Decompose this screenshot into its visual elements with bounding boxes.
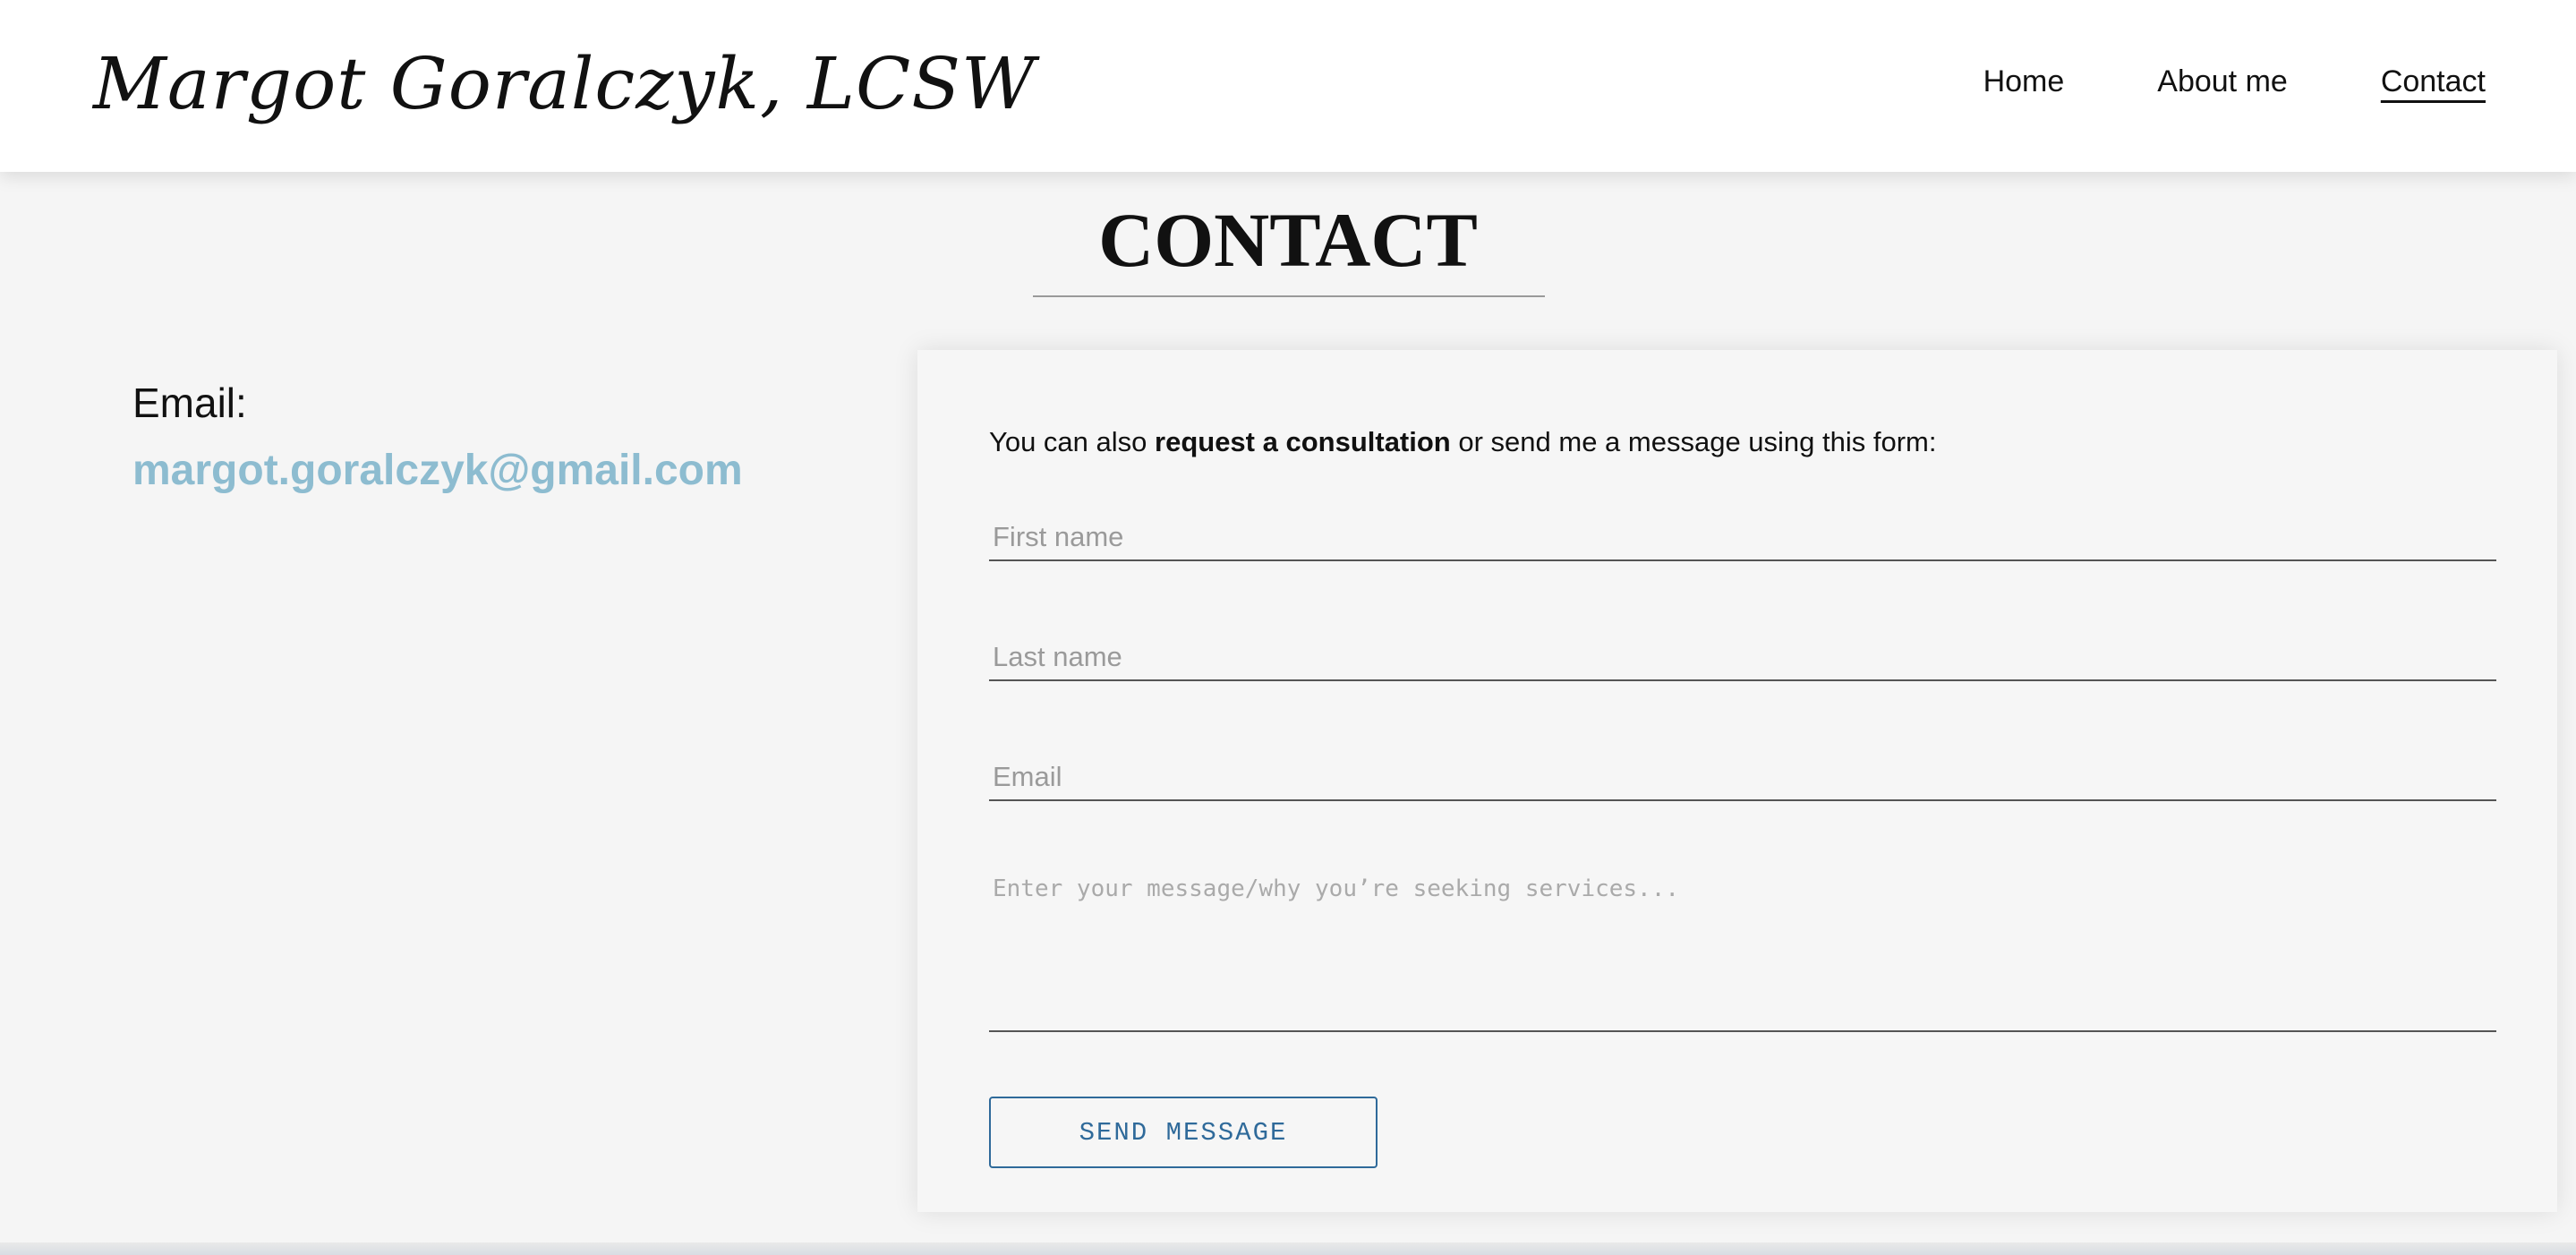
intro-text-end: or send me a message using this form:: [1450, 426, 1937, 457]
footer-edge: [0, 1242, 2576, 1255]
intro-consultation-emphasis: request a consultation: [1155, 426, 1451, 457]
email-input[interactable]: [989, 755, 2496, 801]
site-header: Margot Goralczyk, LCSW Home About me Con…: [0, 0, 2576, 172]
nav-home-link[interactable]: Home: [1983, 63, 2065, 100]
title-divider: [1033, 295, 1545, 297]
form-intro-text: You can also request a consultation or s…: [989, 423, 1937, 461]
intro-text-start: You can also: [989, 426, 1156, 457]
last-name-input[interactable]: [989, 635, 2496, 681]
nav-contact-link[interactable]: Contact: [2381, 63, 2486, 100]
contact-form-card: You can also request a consultation or s…: [917, 350, 2557, 1212]
send-message-button[interactable]: SEND MESSAGE: [989, 1097, 1378, 1168]
email-label: Email:: [132, 380, 247, 426]
first-name-input[interactable]: [989, 515, 2496, 561]
nav-about-link[interactable]: About me: [2157, 63, 2288, 100]
site-logo[interactable]: Margot Goralczyk, LCSW: [93, 39, 1036, 129]
main-nav: Home About me Contact: [1983, 63, 2486, 100]
message-textarea[interactable]: [989, 871, 2496, 1032]
page-title: CONTACT: [1098, 197, 1478, 283]
email-link[interactable]: margot.goralczyk@gmail.com: [132, 444, 743, 498]
